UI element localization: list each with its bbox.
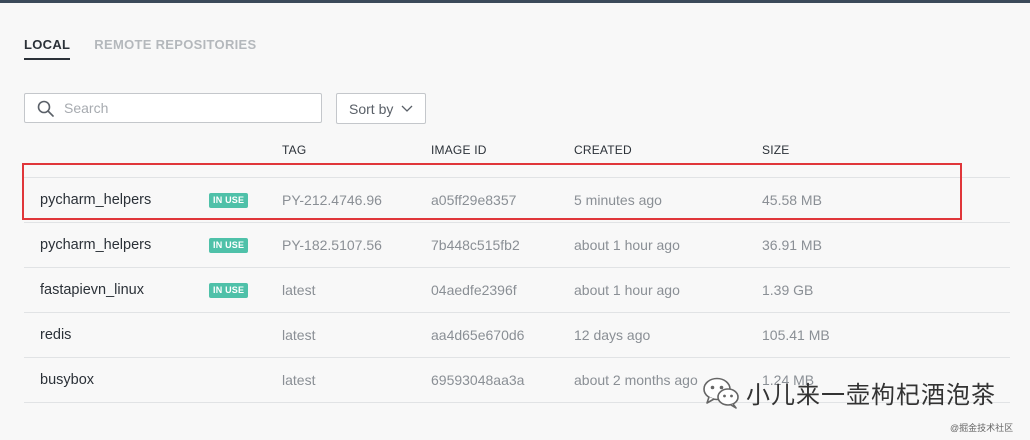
highlight-box — [22, 163, 962, 220]
image-id: 7b448c515fb2 — [431, 237, 520, 253]
top-border — [0, 0, 1030, 3]
image-created: about 1 hour ago — [574, 282, 680, 298]
column-header-size[interactable]: SIZE — [762, 143, 789, 157]
wechat-icon — [703, 377, 739, 409]
image-id: aa4d65e670d6 — [431, 327, 525, 343]
image-created: about 1 hour ago — [574, 237, 680, 253]
watermark-source: @掘金技术社区 — [950, 423, 1014, 433]
tab-bar: LOCAL REMOTE REPOSITORIES — [24, 37, 257, 60]
image-name: redis — [40, 327, 72, 343]
table-row[interactable]: fastapievn_linux IN USE latest 04aedfe23… — [24, 268, 1010, 313]
image-tag: latest — [282, 282, 316, 298]
image-size: 105.41 MB — [762, 327, 830, 343]
watermark-text: 小儿来一壶枸杞酒泡茶 — [746, 382, 996, 409]
image-tag: PY-182.5107.56 — [282, 237, 382, 253]
chevron-down-icon — [401, 105, 413, 112]
sort-by-label: Sort by — [349, 100, 394, 117]
image-name: pycharm_helpers — [40, 237, 152, 253]
image-id: 69593048aa3a — [431, 372, 525, 388]
image-id: 04aedfe2396f — [431, 282, 517, 298]
search-box[interactable] — [24, 93, 322, 123]
column-header-created[interactable]: CREATED — [574, 143, 632, 157]
image-name: fastapievn_linux — [40, 282, 144, 298]
search-icon — [37, 100, 54, 117]
image-size: 1.39 GB — [762, 282, 814, 298]
tab-remote-repositories[interactable]: REMOTE REPOSITORIES — [94, 37, 256, 60]
image-created: 12 days ago — [574, 327, 651, 343]
watermark: 小儿来一壶枸杞酒泡茶 — [702, 375, 996, 410]
image-name: busybox — [40, 372, 95, 388]
column-header-image-id[interactable]: IMAGE ID — [431, 143, 487, 157]
search-input[interactable] — [62, 99, 306, 117]
table-row[interactable]: redis latest aa4d65e670d6 12 days ago 10… — [24, 313, 1010, 358]
image-created: about 2 months ago — [574, 372, 698, 388]
image-tag: latest — [282, 327, 316, 343]
column-header-tag[interactable]: TAG — [282, 143, 306, 157]
status-badge: IN USE — [209, 238, 249, 253]
status-badge: IN USE — [209, 283, 249, 298]
table-row[interactable]: pycharm_helpers IN USE PY-182.5107.56 7b… — [24, 223, 1010, 268]
image-size: 36.91 MB — [762, 237, 822, 253]
image-tag: latest — [282, 372, 316, 388]
tab-local[interactable]: LOCAL — [24, 37, 71, 60]
sort-by-dropdown[interactable]: Sort by — [336, 93, 426, 124]
